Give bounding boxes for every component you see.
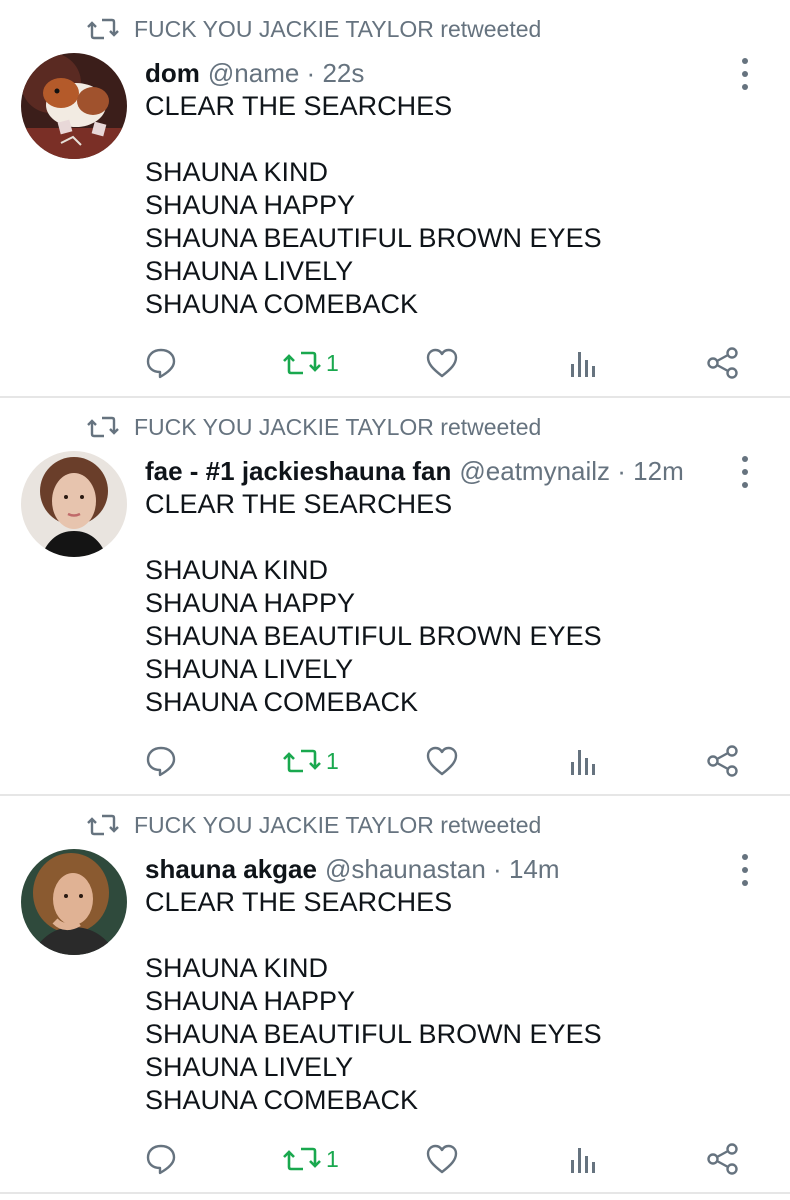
tweet-actions: 1	[0, 1139, 790, 1179]
tweet-text-line: SHAUNA COMEBACK	[145, 1085, 419, 1115]
tweet-text-line: SHAUNA HAPPY	[145, 986, 356, 1016]
retweet-icon	[283, 749, 321, 773]
reply-icon	[146, 746, 176, 777]
retweet-icon	[87, 416, 119, 438]
like-button[interactable]	[425, 1139, 459, 1179]
handle[interactable]: @eatmynailz	[459, 456, 610, 486]
tweet-text-line: CLEAR THE SEARCHES	[145, 887, 453, 917]
like-icon	[426, 1144, 458, 1174]
tweet-text-line: CLEAR THE SEARCHES	[145, 489, 453, 519]
retweet-count: 1	[326, 747, 339, 774]
retweet-button[interactable]: 1	[282, 741, 339, 781]
tweet-text-line: SHAUNA COMEBACK	[145, 289, 419, 319]
tweet-text-line: SHAUNA BEAUTIFUL BROWN EYES	[145, 621, 602, 651]
tweet-text-line: SHAUNA LIVELY	[145, 654, 354, 684]
tweet-text-line: SHAUNA HAPPY	[145, 190, 356, 220]
tweet-text-line: SHAUNA COMEBACK	[145, 687, 419, 717]
tweet-text: CLEAR THE SEARCHES SHAUNA KIND SHAUNA HA…	[145, 886, 602, 1117]
retweet-icon	[87, 814, 119, 836]
retweet-icon	[87, 18, 119, 40]
handle-and-time: @shaunastan · 14m	[324, 853, 560, 884]
tweet-text-line: SHAUNA HAPPY	[145, 588, 356, 618]
avatar[interactable]	[21, 849, 127, 955]
retweeted-by-label: FUCK YOU JACKIE TAYLOR retweeted	[134, 15, 542, 42]
handle[interactable]: @name	[208, 58, 299, 88]
analytics-button[interactable]	[568, 1139, 598, 1179]
analytics-button[interactable]	[568, 741, 598, 781]
tweet-text-line: SHAUNA BEAUTIFUL BROWN EYES	[145, 1019, 602, 1049]
like-button[interactable]	[425, 741, 459, 781]
tweet-text-line: SHAUNA LIVELY	[145, 1052, 354, 1082]
display-name[interactable]: shauna akgae	[145, 854, 317, 885]
tweet-text-line: CLEAR THE SEARCHES	[145, 91, 453, 121]
more-options-icon[interactable]	[730, 456, 760, 488]
woman-portrait-avatar-image	[21, 451, 127, 557]
tweet-header: shauna akgae @shaunastan · 14m	[145, 852, 560, 886]
share-icon	[707, 1143, 738, 1175]
tweet-text-line: SHAUNA BEAUTIFUL BROWN EYES	[145, 223, 602, 253]
timestamp[interactable]: 12m	[633, 456, 684, 486]
retweet-icon	[283, 1147, 321, 1171]
handle-and-time: @eatmynailz · 12m	[459, 455, 684, 486]
tweet-actions: 1	[0, 343, 790, 383]
reply-button[interactable]	[144, 741, 178, 781]
tweet-text-line: SHAUNA KIND	[145, 157, 329, 187]
reply-icon	[146, 1144, 176, 1175]
display-name[interactable]: fae - #1 jackieshauna fan	[145, 456, 451, 487]
woman-portrait-avatar-image	[21, 849, 127, 955]
tweet[interactable]: FUCK YOU JACKIE TAYLOR retweeted shauna …	[0, 796, 790, 1194]
retweet-icon	[283, 351, 321, 375]
analytics-button[interactable]	[568, 343, 598, 383]
retweet-context[interactable]: FUCK YOU JACKIE TAYLOR retweeted	[86, 412, 541, 442]
analytics-icon	[571, 1148, 595, 1173]
handle-and-time: @name · 22s	[207, 57, 365, 88]
share-button[interactable]	[706, 741, 740, 781]
guinea-pig-avatar-image	[21, 53, 127, 159]
share-icon	[707, 347, 738, 379]
analytics-icon	[571, 352, 595, 377]
like-button[interactable]	[425, 343, 459, 383]
analytics-icon	[571, 750, 595, 775]
tweet-text-line: SHAUNA KIND	[145, 953, 329, 983]
tweet-text: CLEAR THE SEARCHES SHAUNA KIND SHAUNA HA…	[145, 488, 602, 719]
timestamp[interactable]: 14m	[509, 854, 560, 884]
tweet-text-line: SHAUNA KIND	[145, 555, 329, 585]
retweet-context[interactable]: FUCK YOU JACKIE TAYLOR retweeted	[86, 14, 541, 44]
reply-button[interactable]	[144, 1139, 178, 1179]
tweet-header: fae - #1 jackieshauna fan @eatmynailz · …	[145, 454, 684, 488]
retweet-count: 1	[326, 349, 339, 376]
timeline-feed: FUCK YOU JACKIE TAYLOR retweeted dom @na…	[0, 0, 790, 1200]
tweet-header: dom @name · 22s	[145, 56, 364, 90]
tweet-actions: 1	[0, 741, 790, 781]
retweet-count: 1	[326, 1145, 339, 1172]
like-icon	[426, 746, 458, 776]
tweet-text: CLEAR THE SEARCHES SHAUNA KIND SHAUNA HA…	[145, 90, 602, 321]
display-name[interactable]: dom	[145, 58, 200, 89]
retweet-context[interactable]: FUCK YOU JACKIE TAYLOR retweeted	[86, 810, 541, 840]
more-options-icon[interactable]	[730, 58, 760, 90]
retweeted-by-label: FUCK YOU JACKIE TAYLOR retweeted	[134, 413, 542, 440]
tweet-text-line: SHAUNA LIVELY	[145, 256, 354, 286]
avatar[interactable]	[21, 53, 127, 159]
reply-button[interactable]	[144, 343, 178, 383]
share-icon	[707, 745, 738, 777]
retweet-button[interactable]: 1	[282, 1139, 339, 1179]
more-options-icon[interactable]	[730, 854, 760, 886]
tweet[interactable]: FUCK YOU JACKIE TAYLOR retweeted dom @na…	[0, 0, 790, 398]
avatar[interactable]	[21, 451, 127, 557]
like-icon	[426, 348, 458, 378]
retweet-button[interactable]: 1	[282, 343, 339, 383]
share-button[interactable]	[706, 343, 740, 383]
reply-icon	[146, 348, 176, 379]
tweet[interactable]: FUCK YOU JACKIE TAYLOR retweeted fae - #…	[0, 398, 790, 796]
timestamp[interactable]: 22s	[322, 58, 364, 88]
share-button[interactable]	[706, 1139, 740, 1179]
retweeted-by-label: FUCK YOU JACKIE TAYLOR retweeted	[134, 811, 542, 838]
handle[interactable]: @shaunastan	[325, 854, 486, 884]
